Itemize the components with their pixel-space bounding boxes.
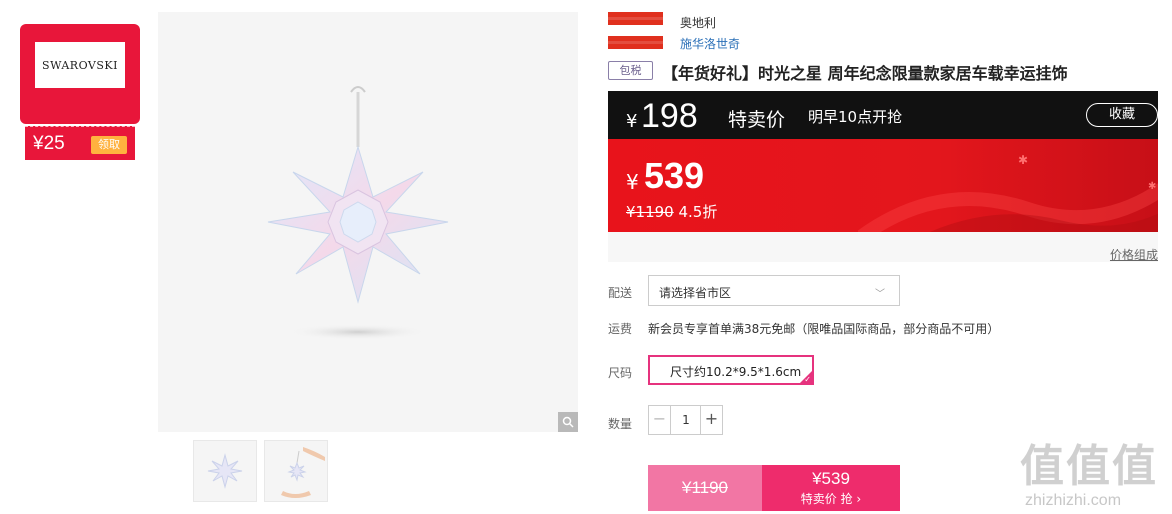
original-price-button[interactable]: ¥1190 [648,465,762,511]
quantity-stepper: − 1 + [648,405,723,435]
price-breakdown-link[interactable]: 价格组成 [1110,246,1158,263]
thumbnail-1[interactable] [193,440,257,502]
svg-text:✱: ✱ [1148,181,1156,192]
product-title: 【年货好礼】时光之星 周年纪念限量款家居车载幸运挂饰 [662,64,1068,83]
crystal-star-ornament-image [267,86,449,340]
product-page: SWAROVSKI ¥25 领取 奥地利 施华洛世奇 包税 【年货好礼】时光之星… [0,0,1172,514]
claim-coupon-button[interactable]: 领取 [91,136,127,154]
shipping-text: 新会员专享首单满38元免邮（限唯品国际商品，部分商品不可用） [648,322,1000,336]
flash-price-label: 特卖价 [728,109,786,131]
delivery-label: 配送 [608,286,633,300]
region-select[interactable]: 请选择省市区 ﹀ [648,275,900,306]
main-product-image[interactable] [158,12,578,432]
discount: 4.5折 [678,203,718,221]
brand-link[interactable]: 施华洛世奇 [680,35,740,52]
price-breakdown-bar: 价格组成 [608,232,1158,262]
quantity-label: 数量 [608,417,633,431]
flash-price: 198 [641,97,698,135]
favorite-button[interactable]: 收藏 [1086,103,1158,127]
watermark-logo: 值值值 [1020,441,1158,492]
brand-card[interactable]: SWAROVSKI [20,24,140,124]
watermark: 值值值 zhizhizhi.com [1020,430,1170,514]
flash-sale-bar: ¥ 198 特卖价 明早10点开抢 收藏 [608,91,1158,139]
currency-symbol: ¥ [626,170,639,194]
country-flag-icon [608,12,663,25]
crystal-star-thumbnail [207,453,243,489]
brand-logo[interactable]: SWAROVSKI [35,42,125,88]
tax-included-tag: 包税 [608,61,653,80]
current-price: 539 [644,155,705,196]
increase-quantity-button[interactable]: + [700,406,722,434]
chevron-down-icon: ﹀ [875,289,885,300]
current-price-panel: ✱ ✱ ¥ 539 ¥1190 4.5折 [608,139,1158,232]
size-option[interactable]: 尺寸约10.2*9.5*1.6cm ✓ [648,355,814,385]
buy-action-label: 特卖价 抢 › [800,492,862,506]
buy-now-button[interactable]: ¥539 特卖价 抢 › [762,465,900,511]
brand-flag-icon [608,36,663,49]
currency-symbol: ¥ [626,111,638,132]
size-label: 尺码 [608,366,633,380]
sale-start-time: 明早10点开抢 [808,108,903,126]
magnifier-icon[interactable] [558,412,578,432]
size-value: 尺寸约10.2*9.5*1.6cm [670,365,802,379]
coupon: ¥25 领取 [25,126,135,160]
decorative-swirl: ✱ ✱ [858,153,1158,232]
thumbnail-2[interactable] [264,440,328,502]
original-price-row: ¥1190 4.5折 [626,201,717,222]
region-placeholder: 请选择省市区 [659,286,732,300]
shipping-label: 运费 [608,322,633,336]
buy-price: ¥539 [812,469,850,488]
quantity-input[interactable]: 1 [671,406,701,434]
decrease-quantity-button[interactable]: − [649,406,671,434]
original-price: ¥1190 [626,203,674,221]
coupon-price: ¥25 [33,132,65,154]
svg-text:✱: ✱ [1018,153,1028,167]
country-name: 奥地利 [680,16,717,30]
hand-holding-ornament-thumbnail [281,447,325,498]
watermark-url: zhizhizhi.com [1025,492,1122,509]
check-icon: ✓ [804,375,811,384]
